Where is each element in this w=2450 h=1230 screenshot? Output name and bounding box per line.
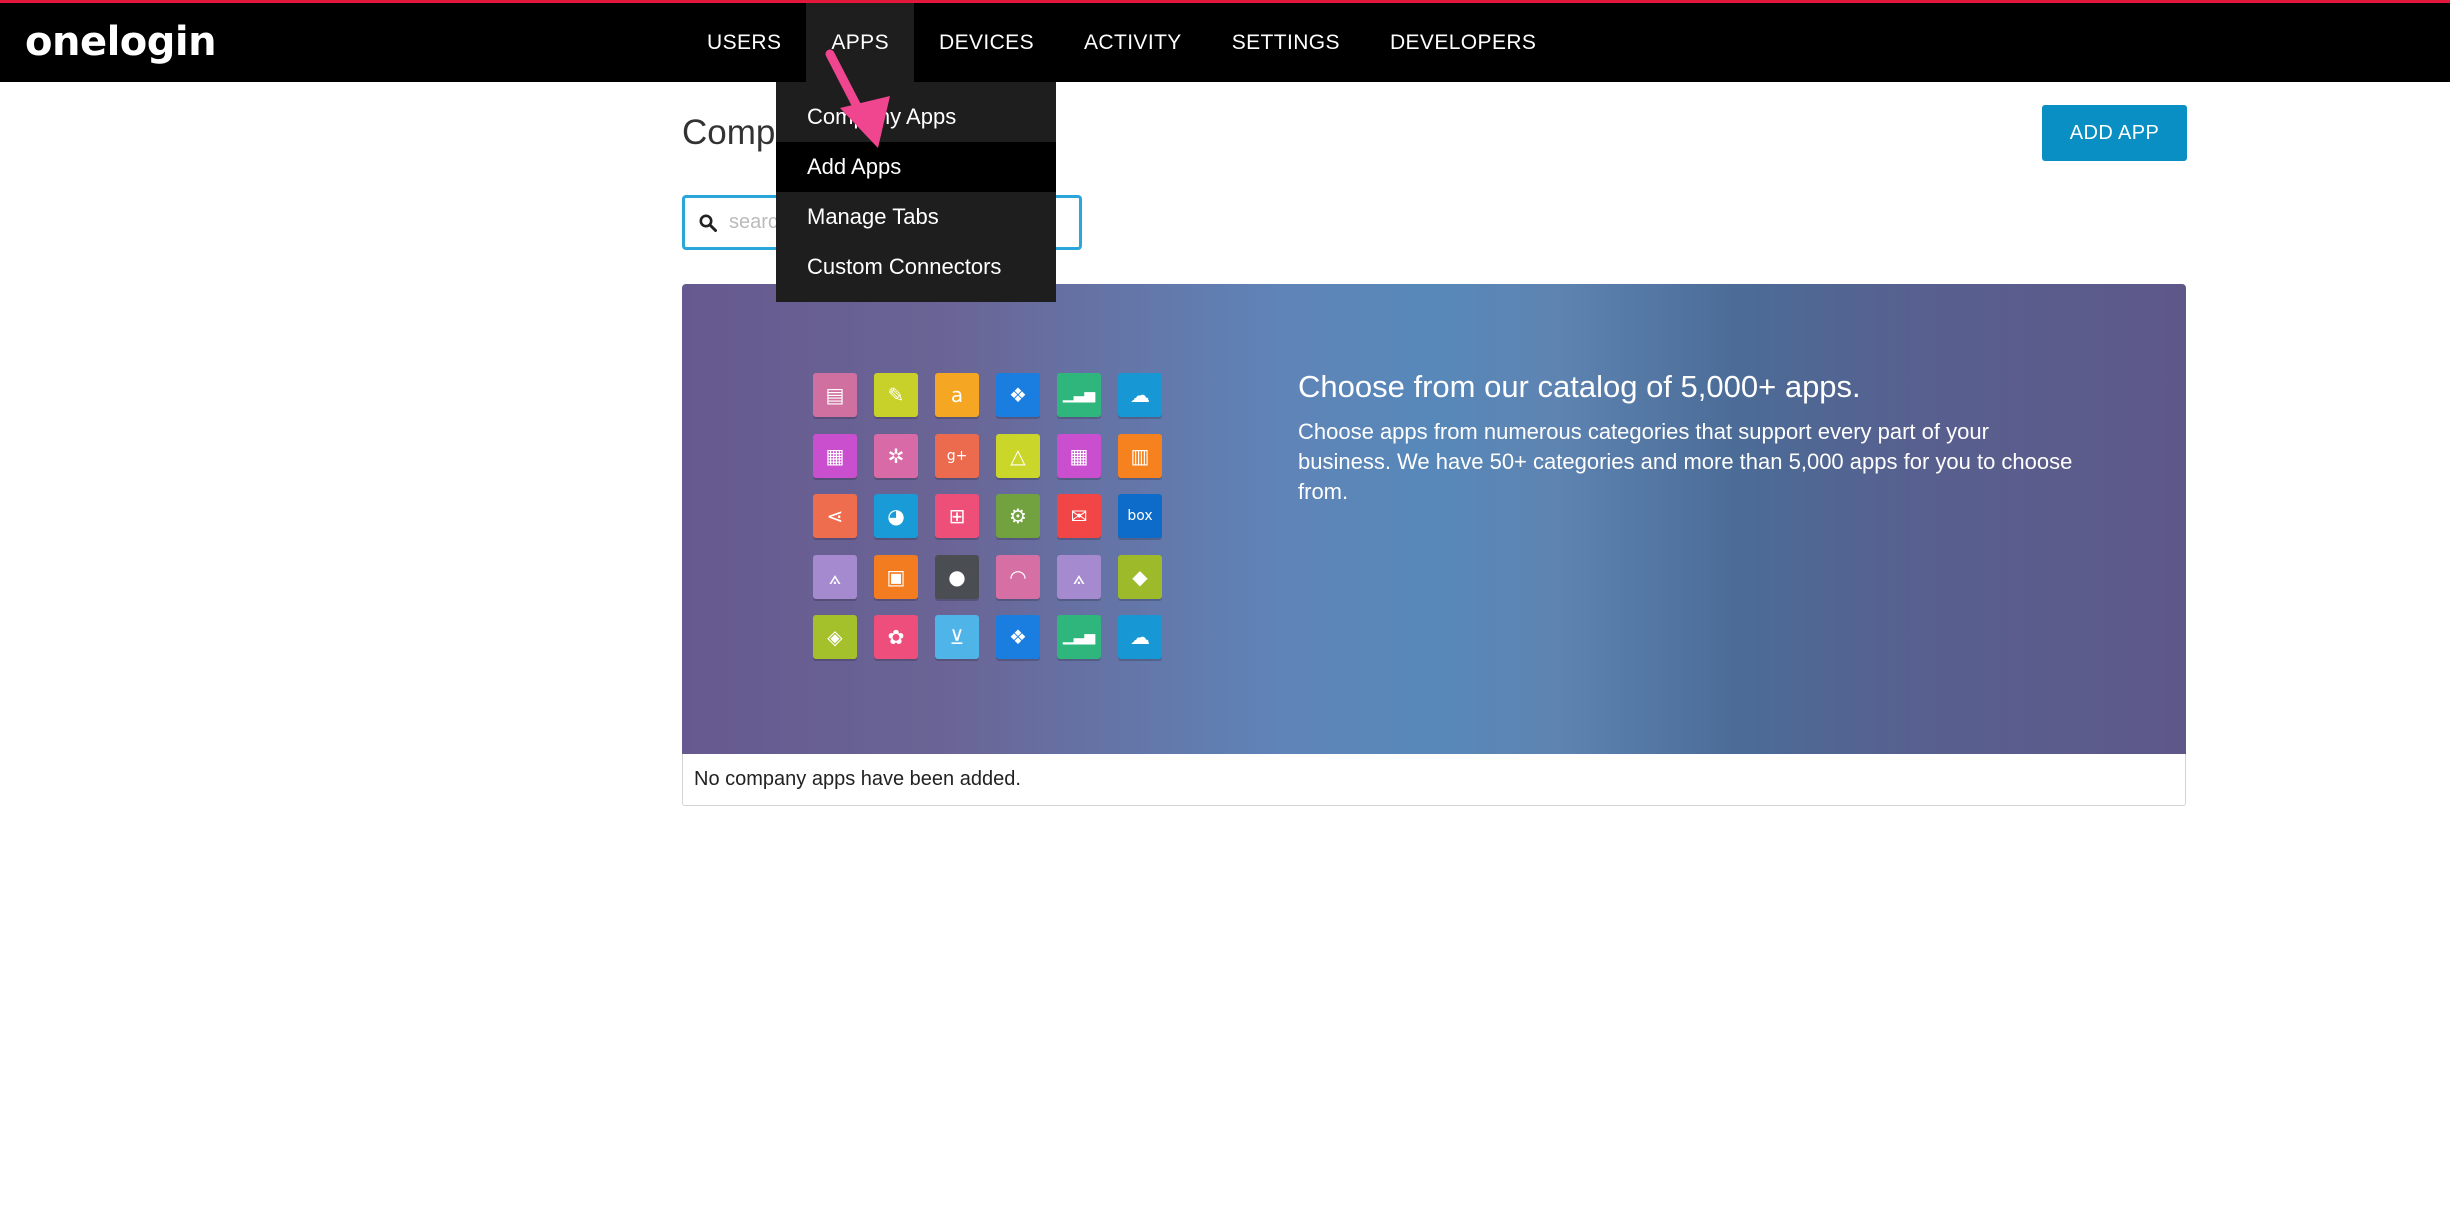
layout-icon: ▥ <box>1118 433 1162 478</box>
dropbox-icon: ❖ <box>996 615 1040 659</box>
amazon-icon: a <box>935 373 979 417</box>
nav-users[interactable]: USERS <box>682 3 806 82</box>
save-icon: ▣ <box>874 554 918 599</box>
calendar-icon: ▦ <box>1057 433 1101 478</box>
brush-icon: ✎ <box>874 373 918 417</box>
app-icon-grid: ▤ ✎ a ❖ ▁▃▅ ☁ ▦ ✲ g+ △ ▦ ▥ ⋖ ◕ ⊞ ⚙ ✉ box ⟑ ▣ ● ◠ ⟑ ◆ ◈ ✿ ⊻ ❖ ▁▃▅ ☁ <box>813 373 1162 659</box>
onelogin-logo[interactable]: onelogin <box>25 19 217 65</box>
salesforce-icon: ☁ <box>1118 373 1162 417</box>
menu-item-custom-connectors[interactable]: Custom Connectors <box>776 242 1056 292</box>
catalog-banner: ▤ ✎ a ❖ ▁▃▅ ☁ ▦ ✲ g+ △ ▦ ▥ ⋖ ◕ ⊞ ⚙ ✉ box ⟑ ▣ ● ◠ ⟑ ◆ ◈ ✿ ⊻ ❖ ▁▃▅ ☁ Ch… <box>682 284 2186 754</box>
nav-devices[interactable]: DEVICES <box>914 3 1059 82</box>
app-store-icon: ⟑ <box>1057 554 1101 599</box>
google-plus-icon: g+ <box>935 433 979 478</box>
box-icon: box <box>1118 494 1162 538</box>
funnel-icon: ⊻ <box>935 615 979 659</box>
card-icon: ▤ <box>813 373 857 417</box>
banner-text: Choose apps from numerous categories tha… <box>1298 419 2073 504</box>
rss-icon: ◠ <box>996 554 1040 599</box>
banner-title: Choose from our catalog of 5,000+ apps. <box>1298 369 1861 404</box>
apps-dropdown-menu: Company Apps Add Apps Manage Tabs Custom… <box>776 82 1056 302</box>
add-app-button[interactable]: ADD APP <box>2042 105 2187 161</box>
annotation-arrow-icon <box>825 49 890 148</box>
calendar-icon: ▦ <box>813 433 857 478</box>
android-icon: ◆ <box>1118 554 1162 599</box>
dropbox-icon: ❖ <box>996 373 1040 417</box>
empty-apps-message: No company apps have been added. <box>682 754 2186 806</box>
apple-icon: ● <box>935 554 979 599</box>
pie-chart-icon: ◕ <box>874 494 918 538</box>
menu-item-company-apps[interactable]: Company Apps <box>776 92 1056 142</box>
tag-icon: ◈ <box>813 615 857 659</box>
nav-settings[interactable]: SETTINGS <box>1207 3 1365 82</box>
nav-activity[interactable]: ACTIVITY <box>1059 3 1207 82</box>
chart-icon: ▁▃▅ <box>1057 615 1101 659</box>
top-navbar: onelogin USERS APPS DEVICES ACTIVITY SET… <box>0 3 2450 82</box>
main-nav: USERS APPS DEVICES ACTIVITY SETTINGS DEV… <box>682 3 1561 82</box>
menu-item-add-apps[interactable]: Add Apps <box>776 142 1056 192</box>
gear-icon: ⚙ <box>996 494 1040 538</box>
network-icon: ✲ <box>874 433 918 478</box>
chart-icon: ▁▃▅ <box>1057 373 1101 417</box>
drive-icon: △ <box>996 433 1040 478</box>
salesforce-icon: ☁ <box>1118 615 1162 659</box>
chat-icon: ✿ <box>874 615 918 659</box>
nav-developers[interactable]: DEVELOPERS <box>1365 3 1561 82</box>
windows-icon: ⊞ <box>935 494 979 538</box>
mail-icon: ✉ <box>1057 494 1101 538</box>
menu-item-manage-tabs[interactable]: Manage Tabs <box>776 192 1056 242</box>
share-icon: ⋖ <box>813 494 857 538</box>
search-icon <box>699 214 717 232</box>
app-store-icon: ⟑ <box>813 554 857 599</box>
